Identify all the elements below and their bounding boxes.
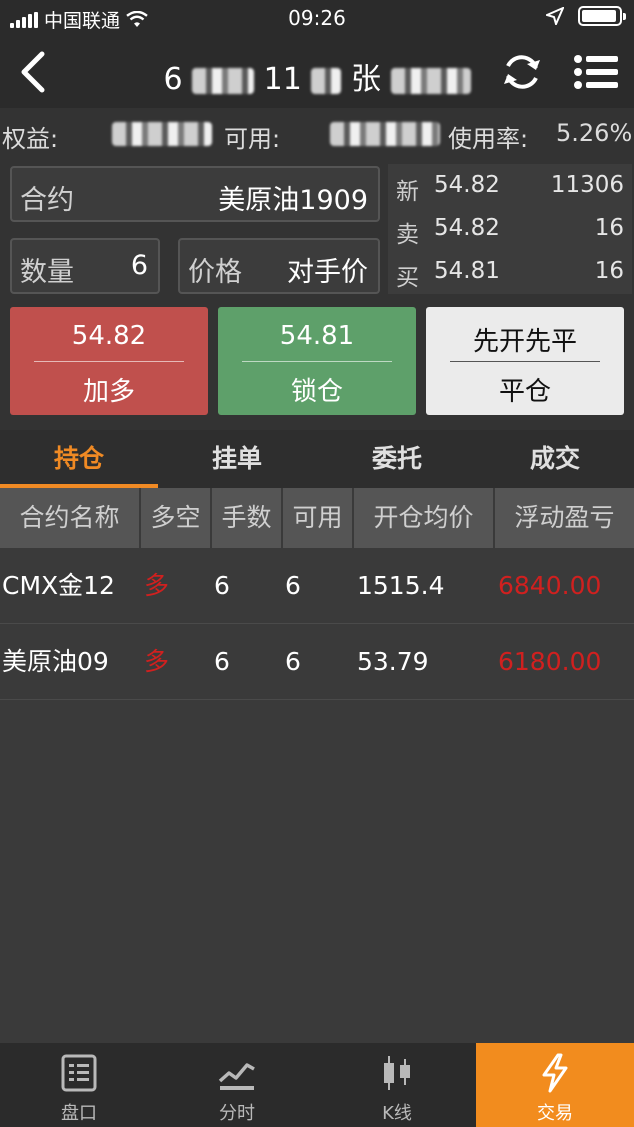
redacted-block: [192, 67, 255, 94]
title-char-2: 11: [263, 62, 302, 97]
quote-price: 54.81: [434, 258, 500, 284]
cell-floating-pnl: 6180.00: [498, 647, 602, 676]
quote-row-ask: 卖 54.82 16: [388, 209, 632, 249]
bottom-tab-label: 盘口: [61, 1103, 97, 1124]
col-direction: 多空: [141, 488, 212, 548]
redacted-block: [390, 67, 471, 94]
positions-table-header: 合约名称 多空 手数 可用 开仓均价 浮动盈亏: [0, 488, 634, 548]
tab-bar: 持仓 挂单 委托 成交: [0, 430, 634, 488]
quote-volume: 16: [594, 215, 624, 241]
usage-label: 使用率:: [448, 125, 529, 153]
cell-lots: 6: [214, 647, 230, 676]
tab-fills[interactable]: 成交: [476, 430, 634, 488]
bottom-tab-timeshare[interactable]: 分时: [158, 1043, 316, 1127]
lightning-icon: [542, 1053, 568, 1093]
account-summary: 权益: 可用: 使用率: 5.26%: [0, 108, 634, 158]
quote-panel: 新 54.82 11306 卖 54.82 16 买 54.81 16: [388, 164, 632, 294]
contract-value: 美原油1909: [218, 185, 368, 216]
redacted-equity: [112, 122, 212, 146]
lock-price: 54.81: [279, 321, 355, 351]
status-time: 09:26: [288, 6, 346, 30]
bottom-tab-bar: 盘口 分时 K线 交易: [0, 1043, 634, 1127]
bottom-tab-trade[interactable]: 交易: [476, 1043, 634, 1127]
title-char-3: 张: [350, 62, 381, 97]
tab-positions[interactable]: 持仓: [0, 430, 158, 488]
lock-label: 锁仓: [290, 377, 343, 407]
bottom-tab-order-book[interactable]: 盘口: [0, 1043, 158, 1127]
title-char-1: 6: [163, 62, 183, 97]
location-arrow-icon: [546, 7, 564, 25]
refresh-icon[interactable]: [500, 50, 544, 94]
battery-level: [582, 10, 617, 22]
menu-list-icon[interactable]: [572, 50, 620, 94]
navigation-bar: 6 11 张: [0, 36, 634, 108]
contract-selector[interactable]: 合约 美原油1909: [10, 166, 380, 222]
close-mode: 先开先平: [472, 327, 577, 357]
cell-lots: 6: [214, 571, 230, 600]
quote-price: 54.82: [434, 215, 500, 241]
quote-volume: 11306: [550, 172, 624, 198]
cell-direction: 多: [144, 571, 170, 600]
bottom-tab-label: 交易: [537, 1103, 573, 1124]
bottom-tab-label: 分时: [219, 1103, 255, 1124]
candlestick-icon: [384, 1056, 410, 1090]
col-available: 可用: [283, 488, 354, 548]
tab-orders[interactable]: 委托: [318, 430, 476, 488]
close-label: 平仓: [498, 377, 551, 407]
quote-volume: 16: [594, 258, 624, 284]
cell-contract-name: CMX金12: [2, 571, 115, 600]
price-value: 对手价: [287, 257, 368, 288]
available-label: 可用:: [224, 125, 281, 153]
table-row[interactable]: 美原油09 多 6 6 53.79 6180.00: [0, 624, 634, 700]
timeshare-chart-icon: [218, 1063, 255, 1090]
cell-avg-open-price: 53.79: [357, 647, 429, 676]
col-lots: 手数: [212, 488, 283, 548]
lock-position-button[interactable]: 54.81 锁仓: [218, 307, 416, 415]
col-floating-pnl: 浮动盈亏: [514, 503, 615, 532]
order-book-icon: [61, 1054, 97, 1092]
cell-contract-name: 美原油09: [2, 647, 109, 676]
quantity-field[interactable]: 数量 6: [10, 238, 160, 294]
price-field[interactable]: 价格 对手价: [178, 238, 380, 294]
bottom-tab-kline[interactable]: K线: [318, 1043, 476, 1127]
cell-direction: 多: [144, 647, 170, 676]
quote-price: 54.82: [434, 172, 500, 198]
quote-key: 买: [396, 265, 419, 291]
redacted-block: [311, 67, 342, 94]
usage-value: 5.26%: [556, 119, 633, 147]
quote-row-last: 新 54.82 11306: [388, 166, 632, 206]
buy-label: 加多: [82, 377, 135, 407]
col-avg-open-price: 开仓均价: [354, 488, 495, 548]
bottom-tab-label: K线: [382, 1103, 412, 1124]
quantity-value: 6: [130, 250, 148, 281]
buy-long-button[interactable]: 54.82 加多: [10, 307, 208, 415]
cell-available: 6: [285, 571, 301, 600]
table-row[interactable]: CMX金12 多 6 6 1515.4 6840.00: [0, 548, 634, 624]
col-contract-name: 合约名称: [0, 488, 141, 548]
battery-icon: [578, 6, 626, 26]
price-label: 价格: [188, 257, 242, 288]
contract-label: 合约: [20, 185, 74, 216]
order-panel: 合约 美原油1909 数量 6 价格 对手价 新 54.82 11306 卖 5…: [0, 158, 634, 430]
divider: [450, 361, 600, 362]
close-position-button[interactable]: 先开先平 平仓: [426, 307, 624, 415]
tab-pending-orders[interactable]: 挂单: [158, 430, 316, 488]
quote-row-bid: 买 54.81 16: [388, 252, 632, 292]
divider: [34, 361, 184, 362]
status-right: [546, 6, 626, 26]
quote-key: 新: [396, 179, 419, 205]
quote-key: 卖: [396, 222, 419, 248]
status-bar: 中国联通 09:26: [0, 0, 634, 36]
cell-available: 6: [285, 647, 301, 676]
quantity-label: 数量: [20, 257, 74, 288]
cell-avg-open-price: 1515.4: [357, 571, 445, 600]
divider: [242, 361, 392, 362]
equity-label: 权益:: [2, 125, 59, 153]
redacted-available: [330, 122, 440, 146]
buy-price: 54.82: [71, 321, 147, 351]
cell-floating-pnl: 6840.00: [498, 571, 602, 600]
